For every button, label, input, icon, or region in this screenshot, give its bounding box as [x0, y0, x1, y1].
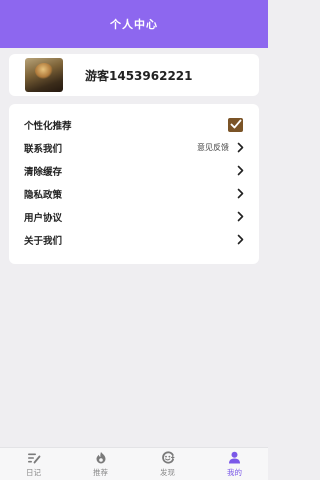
setting-label: 关于我们 — [24, 235, 63, 247]
person-icon — [228, 451, 241, 465]
tab-label: 日记 — [26, 467, 41, 477]
setting-about-us[interactable]: 关于我们 — [9, 228, 259, 251]
setting-label: 隐私政策 — [24, 189, 63, 201]
chevron-right-icon — [235, 165, 245, 177]
settings-list: 个性化推荐 联系我们 意见反馈 清除缓存 隐私政策 用户协议 关于我们 — [9, 104, 259, 264]
top-bar: 个人中心 — [0, 0, 268, 48]
checkmark-icon — [230, 119, 241, 129]
flame-icon — [95, 451, 107, 465]
tab-diary[interactable]: 日记 — [0, 448, 67, 480]
setting-privacy-policy[interactable]: 隐私政策 — [9, 182, 259, 205]
chevron-right-icon — [235, 188, 245, 200]
personalized-recommendation-checkbox[interactable] — [228, 117, 243, 132]
avatar[interactable] — [25, 58, 63, 92]
setting-label: 个性化推荐 — [24, 120, 72, 132]
username: 游客1453962221 — [85, 68, 193, 83]
diary-icon — [27, 451, 41, 465]
tab-label: 发现 — [160, 467, 175, 477]
chevron-right-icon — [235, 142, 245, 154]
setting-personalized-recommendation[interactable]: 个性化推荐 — [9, 113, 259, 136]
tab-recommend[interactable]: 推荐 — [67, 448, 134, 480]
profile-card[interactable]: 游客1453962221 — [9, 54, 259, 96]
page-title: 个人中心 — [110, 18, 158, 31]
tab-mine[interactable]: 我的 — [201, 448, 268, 480]
setting-user-agreement[interactable]: 用户协议 — [9, 205, 259, 228]
setting-label: 用户协议 — [24, 212, 63, 224]
tab-discover[interactable]: 发现 — [134, 448, 201, 480]
chevron-right-icon — [235, 234, 245, 246]
tab-label: 推荐 — [93, 467, 108, 477]
feedback-hint: 意见反馈 — [197, 143, 229, 152]
tab-label: 我的 — [227, 467, 242, 477]
discover-icon — [161, 451, 175, 465]
setting-label: 联系我们 — [24, 143, 63, 155]
setting-contact-us[interactable]: 联系我们 意见反馈 — [9, 136, 259, 159]
bottom-tab-bar: 日记 推荐 发现 我的 — [0, 447, 268, 480]
setting-clear-cache[interactable]: 清除缓存 — [9, 159, 259, 182]
chevron-right-icon — [235, 211, 245, 223]
setting-label: 清除缓存 — [24, 166, 63, 178]
